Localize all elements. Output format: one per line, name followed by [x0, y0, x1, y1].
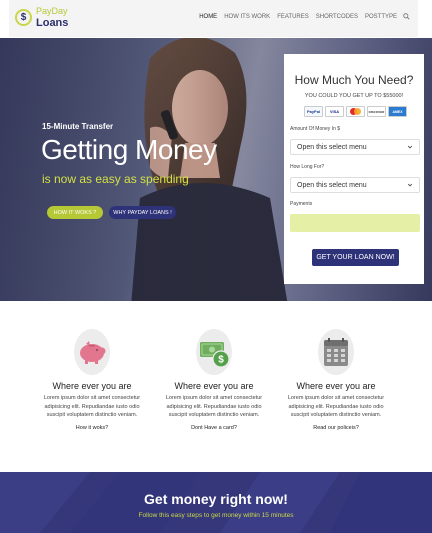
why-payday-loans-button[interactable]: WHY PAYDAY LOANS !	[109, 206, 176, 219]
payment-cards: PayPal VISA DISCOVER AMEX	[304, 106, 409, 117]
paypal-icon: PayPal	[304, 106, 323, 117]
how-it-works-button[interactable]: HOW IT WOKS ?	[47, 206, 103, 219]
feature-title: Where ever you are	[174, 381, 254, 391]
logo-dollar-icon: $	[15, 9, 32, 26]
feature-card: $ Where ever you are Lorem ipsum dolor s…	[154, 328, 274, 431]
loan-form: How Much You Need? YOU COULD YOU GET UP …	[284, 54, 424, 284]
piggy-bank-icon	[73, 328, 111, 376]
logo-text: PayDay Loans	[36, 6, 68, 29]
chevron-down-icon	[407, 145, 413, 149]
hero-tagline: is now as easy as spending	[42, 172, 189, 186]
nav-posttype[interactable]: POSTTYPE	[365, 14, 397, 20]
calendar-icon	[317, 328, 355, 376]
feature-card: Where ever you are Lorem ipsum dolor sit…	[276, 328, 396, 431]
svg-text:$: $	[218, 355, 224, 366]
amex-icon: AMEX	[388, 106, 407, 117]
discover-icon: DISCOVER	[367, 106, 386, 117]
feature-text: Lorem ipsum dolor sit amet consectetur a…	[287, 395, 385, 418]
loan-form-subtitle: YOU COULD YOU GET UP TO $55000!	[304, 93, 404, 99]
hero-title: Getting Money	[41, 134, 217, 165]
money-icon: $	[195, 328, 233, 376]
cta-banner: Get money right now! Follow this easy st…	[0, 472, 432, 533]
logo-bottom-text: Loans	[36, 17, 69, 29]
chevron-down-icon	[407, 183, 413, 187]
nav-shortcodes[interactable]: SHORTCODES	[316, 14, 358, 20]
site-header: $ PayDay Loans HOME HOW ITS WORK FEATURE…	[0, 0, 432, 38]
feature-title: Where ever you are	[296, 381, 376, 391]
amount-label: Amount Of Money In $	[290, 126, 341, 132]
amount-select[interactable]: Open this select menu	[290, 139, 420, 155]
main-nav: HOME HOW ITS WORK FEATURES SHORTCODES PO…	[192, 13, 410, 20]
get-loan-button[interactable]: GET YOUR LOAN NOW!	[312, 249, 399, 266]
amount-select-value: Open this select menu	[297, 143, 367, 151]
payments-label: Payments	[290, 201, 313, 207]
loan-form-title: How Much You Need?	[294, 73, 414, 87]
mastercard-icon	[346, 106, 365, 117]
search-icon[interactable]	[403, 13, 410, 20]
feature-text: Lorem ipsum dolor sit amet consectetur a…	[165, 395, 263, 418]
feature-text: Lorem ipsum dolor sit amet consectetur a…	[43, 395, 141, 418]
logo-top-text: PayDay	[36, 6, 68, 16]
feature-link-how-it-works[interactable]: How it woks?	[32, 425, 152, 431]
logo[interactable]: $ PayDay Loans	[15, 6, 68, 29]
nav-how-its-work[interactable]: HOW ITS WORK	[224, 14, 270, 20]
duration-select-value: Open this select menu	[297, 181, 367, 189]
duration-select[interactable]: Open this select menu	[290, 177, 420, 193]
header-bar: $ PayDay Loans HOME HOW ITS WORK FEATURE…	[9, 0, 418, 37]
banner-subtitle: Follow this easy steps to get money with…	[138, 512, 294, 519]
banner-title: Get money right now!	[144, 491, 288, 507]
feature-card: Where ever you are Lorem ipsum dolor sit…	[32, 328, 152, 431]
duration-label: How Long For?	[290, 164, 325, 170]
hero-subtitle: 15-Minute Transfer	[42, 122, 114, 131]
payments-input[interactable]	[290, 214, 420, 232]
nav-features[interactable]: FEATURES	[277, 14, 309, 20]
feature-link-dont-have-card[interactable]: Dont Have a card?	[154, 425, 274, 431]
nav-home[interactable]: HOME	[199, 14, 217, 20]
visa-icon: VISA	[325, 106, 344, 117]
logo-symbol: $	[20, 12, 27, 23]
feature-title: Where ever you are	[52, 381, 132, 391]
feature-link-read-policies[interactable]: Read our policeis?	[276, 425, 396, 431]
